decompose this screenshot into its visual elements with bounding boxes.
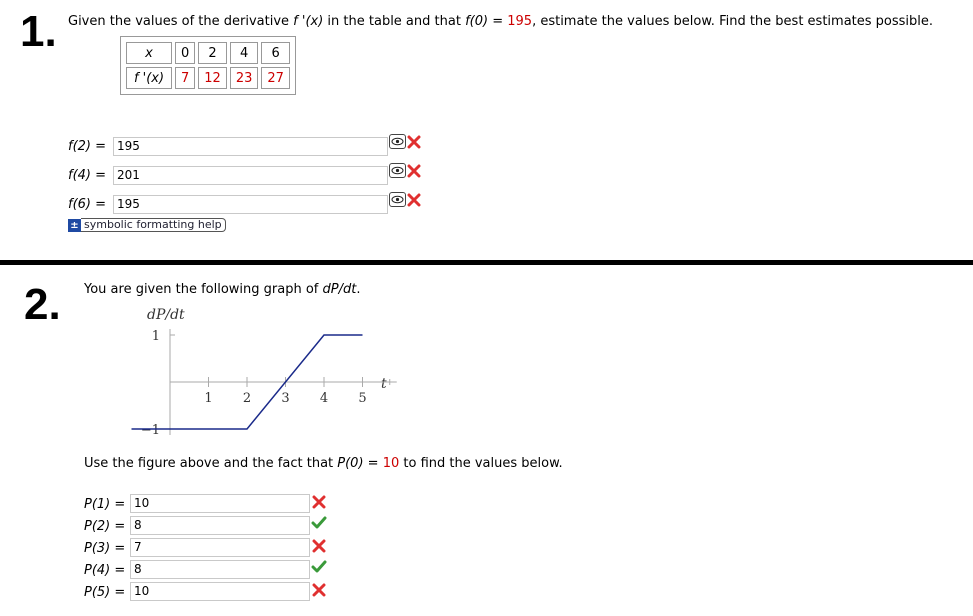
table-cell-fprime: 27 <box>261 67 290 89</box>
answer-input-f6[interactable]: 195 <box>113 195 388 214</box>
answer-label-p5: P(5) = <box>84 585 126 600</box>
table-cell-x: 0 <box>175 42 196 64</box>
derivative-table: x 0 2 4 6 f '(x) 7 12 23 27 <box>120 36 296 95</box>
table-cell-x: 2 <box>198 42 227 64</box>
answer-label-p1: P(1) = <box>84 497 126 512</box>
question-1-number: 1. <box>20 7 57 56</box>
x-tick-label: 2 <box>243 391 251 406</box>
incorrect-x-icon <box>407 193 421 207</box>
answer-input-f2[interactable]: 195 <box>113 137 388 156</box>
dpdt-graph: dP/dt t 1 2 3 4 5 1 −1 <box>131 307 397 438</box>
answer-input-f4[interactable]: 201 <box>113 166 388 185</box>
table-row: x 0 2 4 6 <box>126 42 290 64</box>
incorrect-x-icon <box>407 135 421 149</box>
question-divider <box>0 260 973 265</box>
x-tick-label: 5 <box>358 391 366 406</box>
table-cell-x: 6 <box>261 42 290 64</box>
answer-input-p5[interactable]: 10 <box>130 582 310 601</box>
prompt-derivative: f '(x) <box>293 14 324 29</box>
answer-input-p4[interactable]: 8 <box>130 560 310 579</box>
prompt-f0: f(0) <box>465 14 489 29</box>
table-cell-fprime: 12 <box>198 67 227 89</box>
correct-check-icon <box>311 560 327 573</box>
y-axis-label: dP/dt <box>147 307 185 323</box>
answer-label-p2: P(2) = <box>84 519 126 534</box>
x-tick-label: 3 <box>281 391 289 406</box>
prompt-variable: dP/dt <box>322 282 357 297</box>
answer-label-p4: P(4) = <box>84 563 126 578</box>
preview-eye-icon[interactable] <box>389 163 406 178</box>
x-axis-label: t <box>381 376 387 392</box>
prompt-text: . <box>356 282 361 297</box>
instruction-text: Use the figure above and the fact that <box>84 456 338 471</box>
answer-input-p2[interactable]: 8 <box>130 516 310 535</box>
incorrect-x-icon <box>312 495 326 509</box>
incorrect-x-icon <box>312 539 326 553</box>
preview-eye-icon[interactable] <box>389 134 406 149</box>
help-label: symbolic formatting help <box>81 218 226 232</box>
y-tick-label: 1 <box>152 329 160 344</box>
table-row: f '(x) 7 12 23 27 <box>126 67 290 89</box>
table-header-x: x <box>126 42 172 64</box>
question-2-prompt: You are given the following graph of dP/… <box>84 282 360 297</box>
instruction-text: = <box>363 456 383 471</box>
plus-minus-icon: ± <box>68 218 81 232</box>
instruction-text: to find the values below. <box>399 456 563 471</box>
table-cell-fprime: 23 <box>229 67 259 89</box>
preview-eye-icon[interactable] <box>389 192 406 207</box>
prompt-text: You are given the following graph of <box>84 282 323 297</box>
correct-check-icon <box>311 516 327 529</box>
x-tick-label: 1 <box>204 391 212 406</box>
instruction-p0-value: 10 <box>382 456 400 471</box>
question-2-instructions: Use the figure above and the fact that P… <box>84 456 563 471</box>
instruction-p0: P(0) <box>337 456 364 471</box>
answer-input-p3[interactable]: 7 <box>130 538 310 557</box>
prompt-text: Given the values of the derivative <box>68 14 294 29</box>
table-cell-fprime: 7 <box>175 67 196 89</box>
answer-label-f6: f(6) = <box>68 197 107 212</box>
answer-label-f2: f(2) = <box>68 139 107 154</box>
incorrect-x-icon <box>312 583 326 597</box>
answer-input-p1[interactable]: 10 <box>130 494 310 513</box>
answer-label-f4: f(4) = <box>68 168 107 183</box>
prompt-f0-value: 195 <box>507 14 533 29</box>
question-1-prompt: Given the values of the derivative f '(x… <box>68 14 933 29</box>
table-cell-x: 4 <box>229 42 259 64</box>
x-tick-label: 4 <box>320 391 328 406</box>
incorrect-x-icon <box>407 164 421 178</box>
prompt-text: in the table and that <box>323 14 466 29</box>
prompt-text: , estimate the values below. Find the be… <box>532 14 934 29</box>
symbolic-formatting-help-button[interactable]: ± symbolic formatting help <box>68 218 226 232</box>
y-tick-label: −1 <box>141 423 160 438</box>
question-2-number: 2. <box>24 280 61 329</box>
table-header-fprime: f '(x) <box>126 67 172 89</box>
prompt-text: = <box>488 14 508 29</box>
answer-label-p3: P(3) = <box>84 541 126 556</box>
